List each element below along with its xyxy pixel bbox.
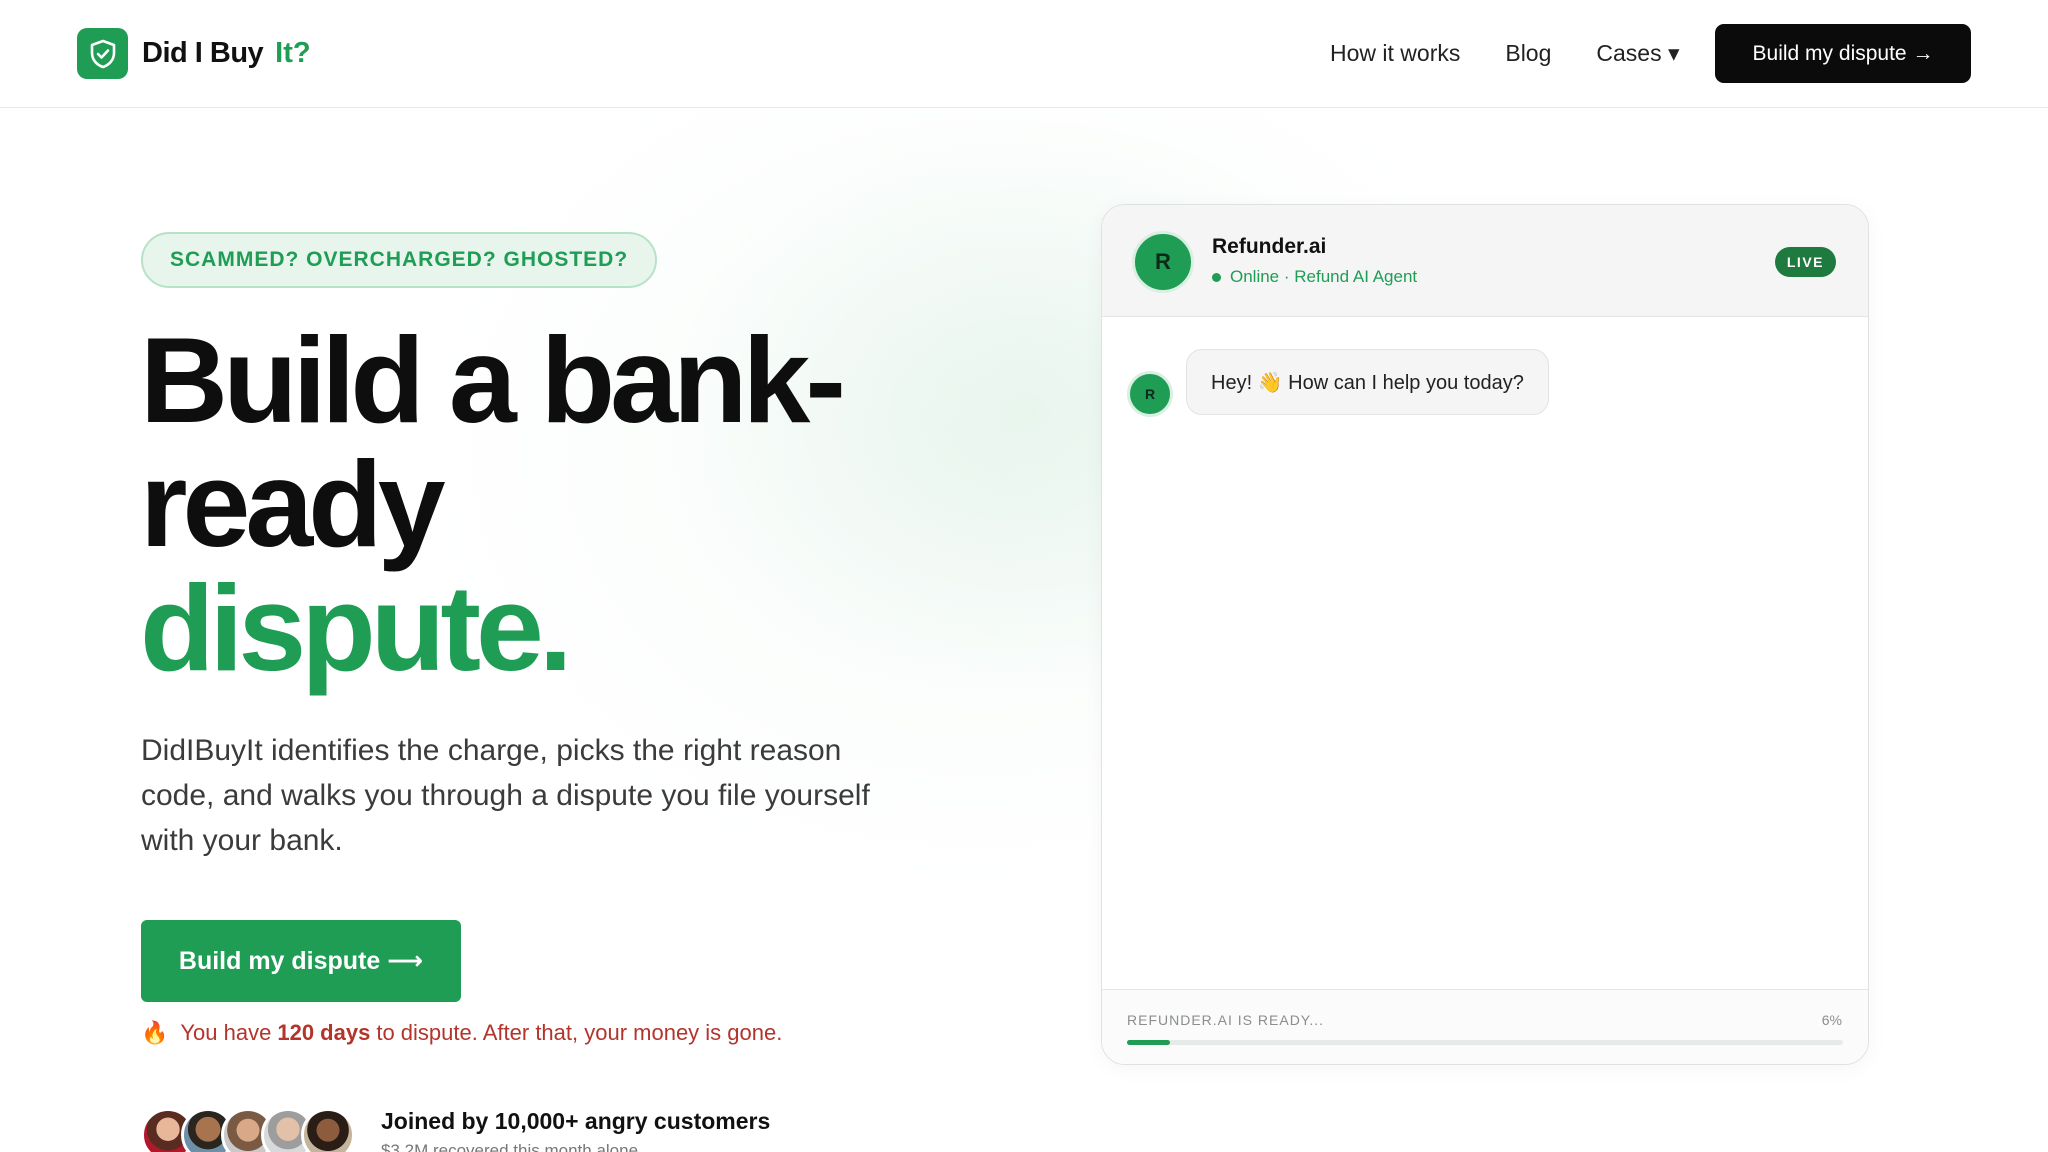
nav-link-how-it-works[interactable]: How it works	[1330, 40, 1460, 67]
chat-header: R Refunder.ai Online · Refund AI Agent L…	[1102, 205, 1868, 317]
ready-status-label: REFUNDER.AI IS READY...	[1127, 1012, 1325, 1028]
social-proof: Joined by 10,000+ angry customers $3.2M …	[141, 1108, 770, 1152]
agent-name: Refunder.ai	[1212, 235, 1327, 258]
agent-status-text: Online · Refund AI Agent	[1230, 267, 1418, 286]
headline-line-3: dispute.	[140, 560, 573, 696]
nav-link-cases[interactable]: Cases ▾	[1596, 40, 1679, 67]
nav-links: How it works Blog Cases ▾	[1330, 40, 1680, 67]
social-subtitle: $3.2M recovered this month alone	[381, 1141, 639, 1152]
deadline-warning: 🔥 You have 120 days to dispute. After th…	[141, 1020, 782, 1046]
social-title: Joined by 10,000+ angry customers	[381, 1108, 771, 1134]
headline-line-2: ready	[140, 436, 446, 572]
shield-check-icon	[77, 28, 128, 79]
online-dot-icon	[1212, 272, 1221, 282]
chat-footer: REFUNDER.AI IS READY... 6%	[1102, 989, 1868, 1064]
live-badge: LIVE	[1774, 247, 1836, 277]
customer-avatars	[141, 1108, 355, 1152]
hero-subtitle: DidIBuyIt identifies the charge, picks t…	[141, 734, 870, 857]
hero-build-dispute-button[interactable]: Build my dispute ⟶	[141, 920, 461, 1002]
logo[interactable]: Did I Buy It?	[77, 28, 311, 79]
nav-link-blog[interactable]: Blog	[1505, 40, 1551, 67]
chat-message-bubble: Hey! 👋 How can I help you today?	[1186, 349, 1549, 415]
logo-accent: It?	[275, 37, 311, 69]
warning-prefix: You have	[180, 1020, 272, 1045]
warning-days: 120 days	[277, 1020, 371, 1045]
warning-suffix: to dispute. After that, your money is go…	[376, 1020, 783, 1045]
progress-percent: 6%	[1821, 1012, 1842, 1028]
hero-headline: Build a bank- ready dispute.	[140, 312, 846, 696]
hero-pill: SCAMMED? OVERCHARGED? GHOSTED?	[141, 232, 658, 288]
message-avatar: R	[1127, 371, 1173, 417]
progress-fill	[1127, 1040, 1170, 1045]
nav-build-dispute-button[interactable]: Build my dispute →	[1715, 24, 1971, 83]
progress-track	[1127, 1040, 1843, 1045]
social-text: Joined by 10,000+ angry customers $3.2M …	[381, 1108, 770, 1152]
top-navigation: Did I Buy It? How it works Blog Cases ▾ …	[0, 0, 2048, 108]
headline-line-1: Build a bank-	[140, 312, 846, 448]
avatar	[301, 1108, 355, 1152]
agent-status: Online · Refund AI Agent	[1212, 267, 1417, 287]
agent-avatar: R	[1132, 231, 1194, 293]
chat-card: R Refunder.ai Online · Refund AI Agent L…	[1101, 204, 1869, 1065]
logo-text: Did I Buy	[142, 37, 264, 69]
fire-icon: 🔥	[141, 1020, 169, 1045]
